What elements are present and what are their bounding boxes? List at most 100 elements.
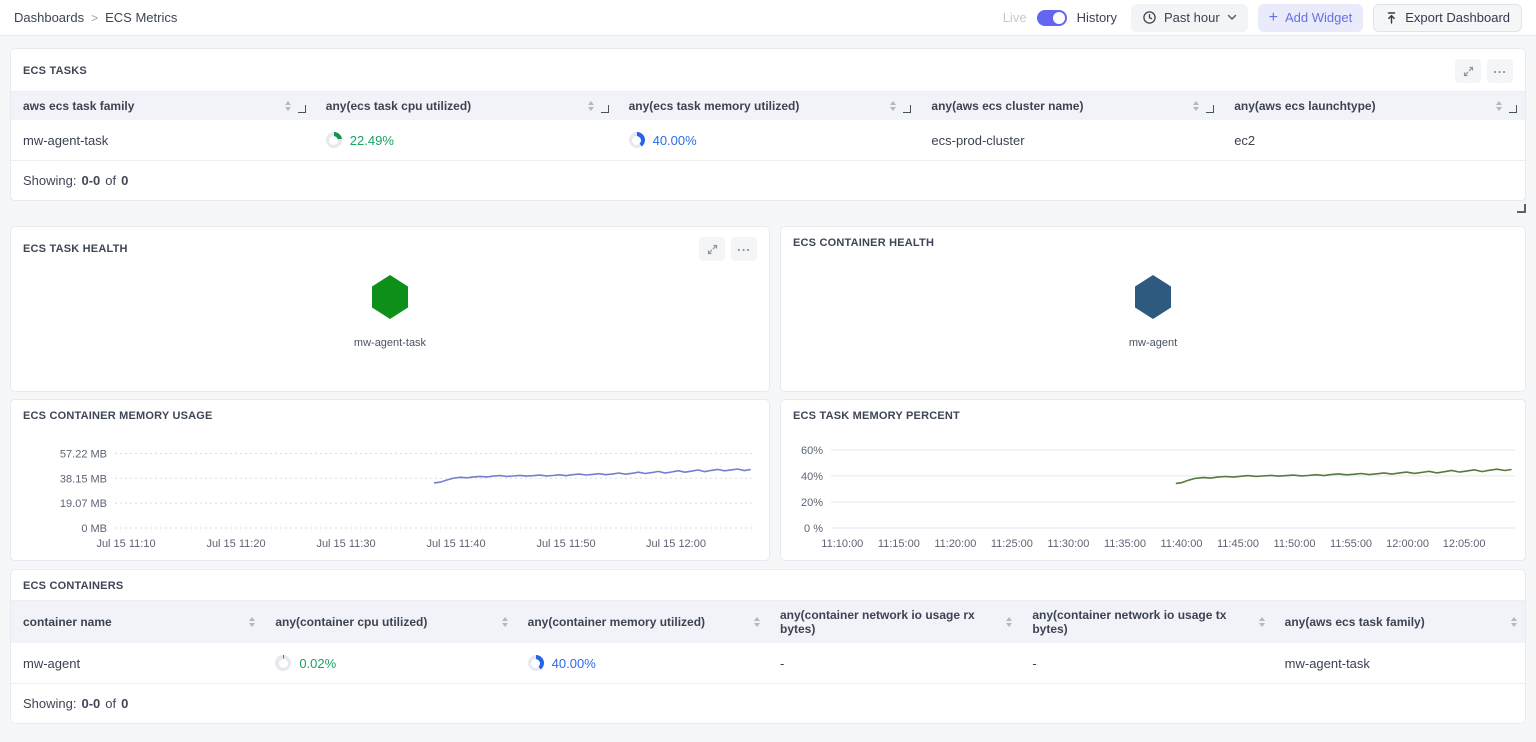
sort-icon[interactable] — [1511, 617, 1517, 627]
chevron-down-icon — [1227, 14, 1237, 21]
expand-icon — [707, 244, 718, 255]
live-history-toggle[interactable] — [1037, 10, 1067, 26]
col-ecs-cluster-name[interactable]: any(aws ecs cluster name) — [919, 92, 1222, 120]
svg-text:Jul 15 11:30: Jul 15 11:30 — [316, 538, 375, 550]
column-resize-handle[interactable] — [903, 105, 911, 113]
svg-text:11:50:00: 11:50:00 — [1274, 538, 1316, 550]
container-health-hexagon[interactable] — [1135, 275, 1171, 319]
memory-usage-title: ECS CONTAINER MEMORY USAGE — [23, 410, 213, 422]
col-ecs-task-cpu[interactable]: any(ecs task cpu utilized) — [314, 92, 617, 120]
sort-icon[interactable] — [1496, 101, 1502, 111]
memory-percent-title: ECS TASK MEMORY PERCENT — [793, 410, 960, 422]
memory-percent-chart[interactable]: 60%40%20%0 %11:10:0011:15:0011:20:0011:2… — [789, 430, 1525, 554]
ecs-containers-table-row[interactable]: mw-agent 0.02% 40.00% - - mw-agent-task — [11, 643, 1525, 683]
add-widget-label: Add Widget — [1285, 10, 1352, 25]
export-dashboard-label: Export Dashboard — [1405, 10, 1510, 25]
svg-text:11:30:00: 11:30:00 — [1047, 538, 1089, 550]
col-task-family[interactable]: any(aws ecs task family) — [1273, 601, 1525, 643]
svg-text:60%: 60% — [801, 445, 823, 457]
sort-icon[interactable] — [588, 101, 594, 111]
sort-icon[interactable] — [754, 617, 760, 627]
column-resize-handle[interactable] — [298, 105, 306, 113]
history-label: History — [1077, 10, 1117, 25]
ecs-tasks-panel: ECS TASKS ... aws ecs task family — [10, 48, 1526, 201]
col-container-name[interactable]: container name — [11, 601, 263, 643]
ecs-tasks-table-row[interactable]: mw-agent-task 22.49% 40.00% ecs-prod-clu… — [11, 120, 1525, 160]
ecs-tasks-pagination: Showing: 0-0 of 0 — [11, 160, 1525, 200]
svg-text:Jul 15 11:40: Jul 15 11:40 — [426, 538, 485, 550]
svg-text:38.15 MB: 38.15 MB — [60, 473, 107, 485]
panel-menu-button[interactable]: ... — [731, 237, 757, 261]
expand-panel-button[interactable] — [699, 237, 725, 261]
svg-text:11:15:00: 11:15:00 — [878, 538, 920, 550]
ecs-task-health-panel: ECS TASK HEALTH ... mw-agent-task — [10, 226, 770, 392]
svg-text:0 %: 0 % — [804, 523, 823, 535]
svg-text:11:55:00: 11:55:00 — [1330, 538, 1372, 550]
dashboard-body: ECS TASKS ... aws ecs task family — [0, 36, 1536, 724]
col-aws-ecs-task-family[interactable]: aws ecs task family — [11, 92, 314, 120]
ecs-containers-title: ECS CONTAINERS — [23, 580, 123, 592]
col-container-cpu[interactable]: any(container cpu utilized) — [263, 601, 515, 643]
panel-resize-handle[interactable] — [1517, 204, 1526, 213]
svg-text:0 MB: 0 MB — [81, 523, 107, 535]
svg-text:11:25:00: 11:25:00 — [991, 538, 1033, 550]
svg-text:11:35:00: 11:35:00 — [1104, 538, 1146, 550]
col-network-tx[interactable]: any(container network io usage tx bytes) — [1020, 601, 1272, 643]
ecs-container-health-title: ECS CONTAINER HEALTH — [793, 237, 934, 249]
cell-task-memory: 40.00% — [617, 120, 920, 160]
cell-container-memory: 40.00% — [516, 643, 768, 683]
svg-text:40%: 40% — [801, 471, 823, 483]
sort-icon[interactable] — [502, 617, 508, 627]
svg-text:12:05:00: 12:05:00 — [1443, 538, 1486, 550]
add-widget-button[interactable]: + Add Widget — [1258, 4, 1364, 32]
export-dashboard-button[interactable]: Export Dashboard — [1373, 4, 1522, 32]
breadcrumb-separator: > — [91, 11, 98, 25]
cell-task-family: mw-agent-task — [1273, 643, 1525, 683]
sort-icon[interactable] — [1193, 101, 1199, 111]
sort-icon[interactable] — [890, 101, 896, 111]
live-label: Live — [1003, 10, 1027, 25]
cell-launchtype: ec2 — [1222, 120, 1525, 160]
col-network-rx[interactable]: any(container network io usage rx bytes) — [768, 601, 1020, 643]
svg-text:Jul 15 11:50: Jul 15 11:50 — [536, 538, 595, 550]
ecs-task-health-title: ECS TASK HEALTH — [23, 243, 128, 255]
ecs-tasks-title: ECS TASKS — [23, 65, 87, 77]
breadcrumb-current: ECS Metrics — [105, 10, 177, 25]
column-resize-handle[interactable] — [1509, 105, 1517, 113]
top-bar-actions: Live History Past hour + Add Widget Expo… — [1003, 4, 1522, 32]
svg-text:19.07 MB: 19.07 MB — [60, 498, 107, 510]
col-ecs-launchtype[interactable]: any(aws ecs launchtype) — [1222, 92, 1525, 120]
svg-text:Jul 15 11:10: Jul 15 11:10 — [96, 538, 155, 550]
cell-cluster-name: ecs-prod-cluster — [919, 120, 1222, 160]
column-resize-handle[interactable] — [1206, 105, 1214, 113]
svg-text:12:00:00: 12:00:00 — [1386, 538, 1429, 550]
cpu-gauge — [275, 655, 291, 671]
breadcrumb-dashboards[interactable]: Dashboards — [14, 10, 84, 25]
expand-panel-button[interactable] — [1455, 59, 1481, 83]
panel-menu-button[interactable]: ... — [1487, 59, 1513, 83]
col-ecs-task-memory[interactable]: any(ecs task memory utilized) — [617, 92, 920, 120]
ecs-containers-panel: ECS CONTAINERS container name any(contai… — [10, 569, 1526, 724]
task-health-hexagon[interactable] — [372, 275, 408, 319]
cell-network-tx: - — [1020, 643, 1272, 683]
svg-text:Jul 15 11:20: Jul 15 11:20 — [206, 538, 265, 550]
sort-icon[interactable] — [1006, 617, 1012, 627]
sort-icon[interactable] — [285, 101, 291, 111]
cell-container-name: mw-agent — [11, 643, 263, 683]
top-bar: Dashboards > ECS Metrics Live History Pa… — [0, 0, 1536, 36]
time-range-button[interactable]: Past hour — [1131, 4, 1248, 32]
column-resize-handle[interactable] — [601, 105, 609, 113]
ecs-tasks-table-header: aws ecs task family any(ecs task cpu uti… — [11, 91, 1525, 120]
cell-task-family: mw-agent-task — [11, 120, 314, 160]
sort-icon[interactable] — [1259, 617, 1265, 627]
svg-text:11:45:00: 11:45:00 — [1217, 538, 1259, 550]
cpu-gauge — [326, 132, 342, 148]
sort-icon[interactable] — [249, 617, 255, 627]
svg-text:11:40:00: 11:40:00 — [1160, 538, 1202, 550]
col-container-memory[interactable]: any(container memory utilized) — [516, 601, 768, 643]
memory-usage-chart[interactable]: 57.22 MB 38.15 MB 19.07 MB 0 MB Jul 15 11:10… — [19, 430, 763, 554]
plus-icon: + — [1269, 10, 1278, 26]
svg-text:57.22 MB: 57.22 MB — [60, 448, 107, 460]
memory-gauge — [528, 655, 544, 671]
time-range-label: Past hour — [1164, 10, 1220, 25]
